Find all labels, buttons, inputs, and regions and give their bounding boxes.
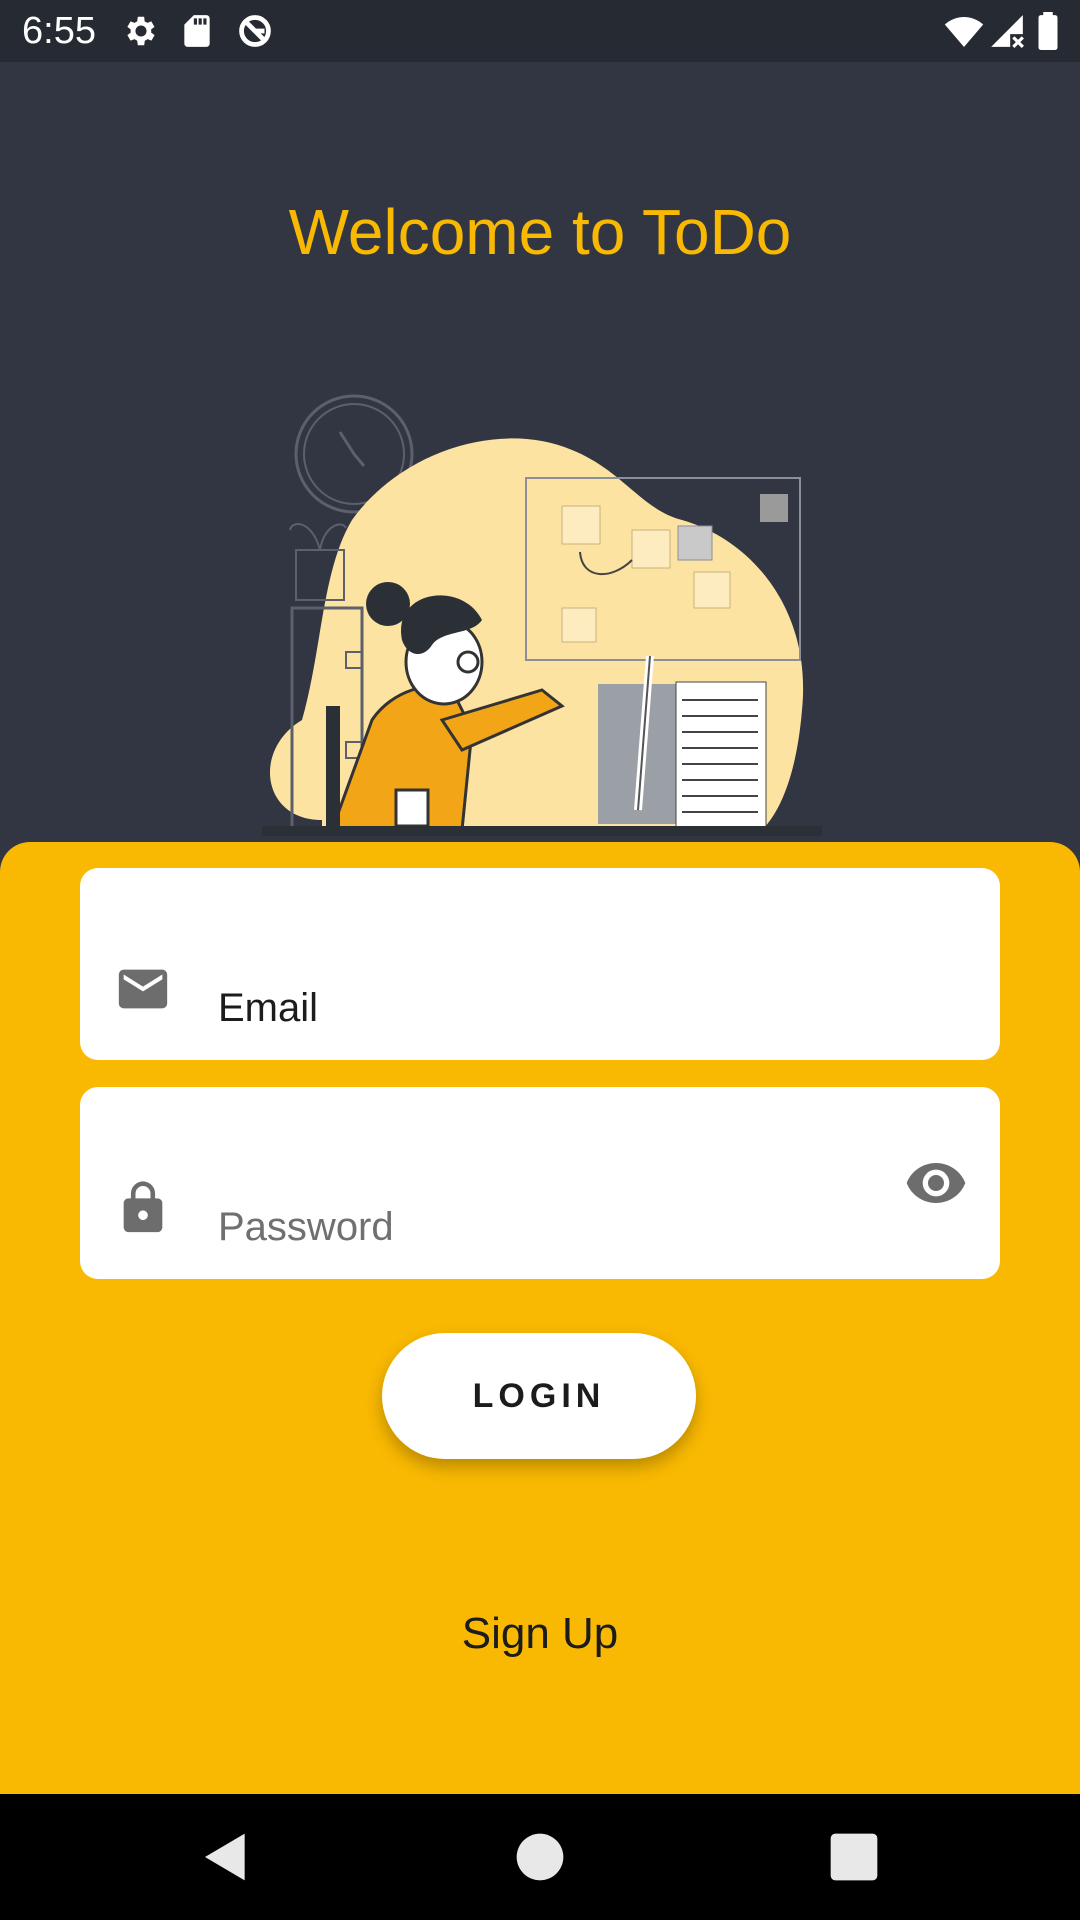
woman-working-at-computer-illustration xyxy=(262,394,822,836)
wifi-icon xyxy=(944,17,984,47)
signup-link[interactable]: Sign Up xyxy=(0,1608,1080,1660)
sd-card-icon xyxy=(184,15,210,47)
cell-signal-icon xyxy=(991,15,1024,48)
home-icon[interactable] xyxy=(512,1829,568,1885)
back-icon[interactable] xyxy=(198,1829,254,1885)
email-field-label: Email xyxy=(218,986,319,1030)
password-field[interactable]: Password xyxy=(80,1087,1000,1279)
email-field[interactable]: Email xyxy=(80,868,1000,1060)
gear-icon xyxy=(127,16,155,46)
recents-icon[interactable] xyxy=(826,1829,882,1885)
status-time: 6:55 xyxy=(22,10,96,52)
login-button[interactable]: LOGIN xyxy=(382,1333,696,1459)
password-field-label: Password xyxy=(218,1205,394,1249)
welcome-title: Welcome to ToDo xyxy=(288,196,792,268)
battery-icon xyxy=(1038,12,1058,50)
lock-icon xyxy=(123,1181,163,1233)
envelope-icon xyxy=(118,969,168,1009)
status-bar: 6:55 xyxy=(0,0,1080,62)
navigation-bar xyxy=(0,1794,1080,1920)
eye-icon[interactable] xyxy=(904,1151,968,1215)
sync-icon xyxy=(239,15,271,47)
